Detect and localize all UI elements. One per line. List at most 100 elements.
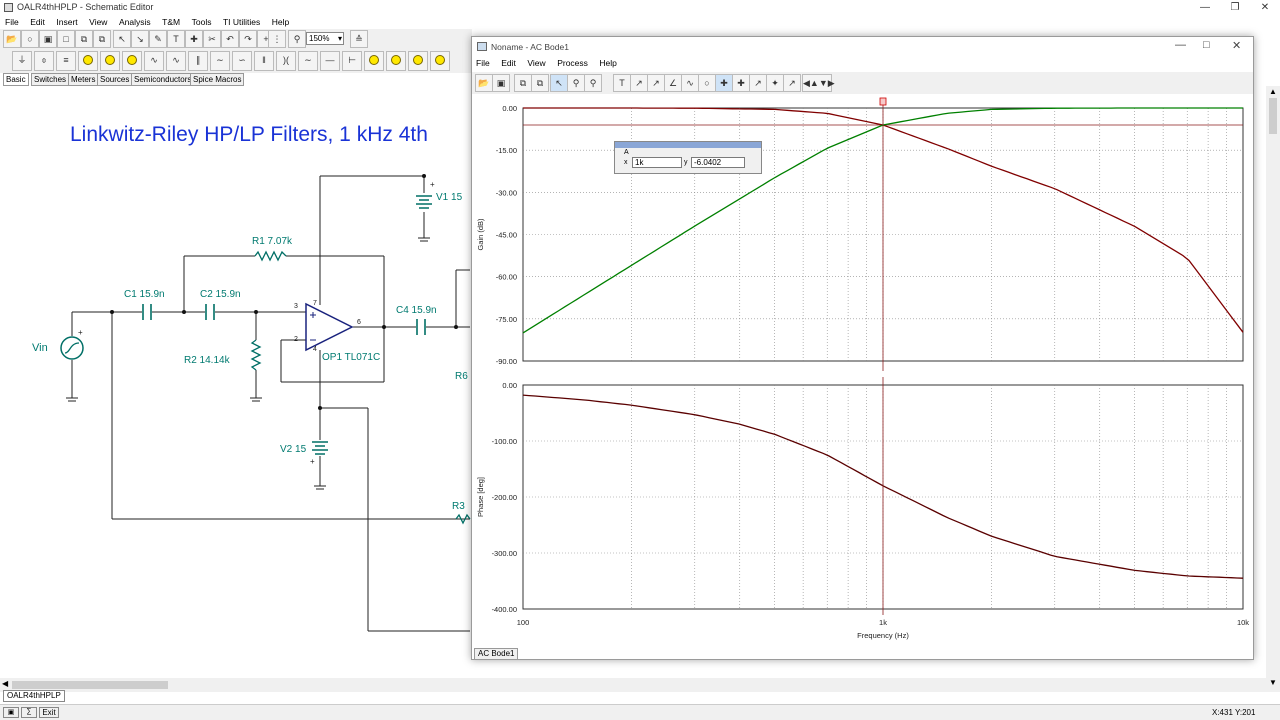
y-tick-label: -60.00 (496, 273, 517, 282)
ground2-icon[interactable]: ≡ (56, 51, 76, 71)
cursor-handle (879, 97, 887, 106)
copy-icon[interactable]: ⧉ (75, 30, 93, 48)
restore-icon[interactable]: ❐ (1220, 0, 1250, 15)
zoom-select[interactable]: 150% ▾ (306, 32, 344, 45)
tab-meters[interactable]: Meters (68, 73, 99, 86)
bode-tab[interactable]: AC Bode1 (474, 648, 519, 660)
bode-app-icon (477, 42, 487, 51)
cursor-readout: A x y (614, 141, 762, 174)
scroll-left-icon[interactable]: ◀ (2, 679, 8, 688)
y-tick-label: -15.00 (496, 146, 517, 155)
cursor-y-input[interactable] (691, 157, 745, 168)
scroll-up-icon[interactable]: ▲ (1269, 87, 1277, 96)
paste-icon[interactable]: ⧉ (93, 30, 111, 48)
tab-switches[interactable]: Switches (31, 73, 70, 86)
app-icon (4, 3, 13, 12)
current-source-icon[interactable] (100, 51, 120, 71)
pencil-icon[interactable]: ✎ (149, 30, 167, 48)
menu-tools[interactable]: Tools (187, 15, 216, 27)
status-icon-1[interactable]: ▣ (3, 707, 19, 718)
bode-window: Noname - AC Bode1 — □ ✕ File Edit View P… (471, 36, 1254, 660)
vscroll-thumb[interactable] (1269, 98, 1277, 134)
x-tick-label: 1k (879, 618, 887, 627)
schematic-wires (60, 174, 471, 632)
v2-plus-sign: + (310, 457, 315, 466)
chevron-down-icon: ▾ (337, 34, 342, 43)
open-icon[interactable]: 📂 (3, 30, 21, 48)
diode-icon[interactable]: ⊢ (342, 51, 362, 71)
cursor-coordinates: X:431 Y:201 (1212, 708, 1256, 717)
component-icon[interactable]: ≙ (350, 30, 368, 48)
r6-label: R6 (455, 371, 468, 382)
capacitor-icon[interactable]: ∥ (188, 51, 208, 71)
y-axis-label: Gain (dB) (476, 218, 485, 251)
menu-tm[interactable]: T&M (157, 15, 184, 27)
battery-icon[interactable]: ⌽ (34, 51, 54, 71)
meter-icon[interactable] (386, 51, 406, 71)
tab-basic[interactable]: Basic (3, 73, 29, 86)
bode-chart[interactable]: 0.00 -15.00 -30.00 -45.00 -60.00 -75.00 -90.00… (472, 58, 1253, 648)
folder-icon[interactable]: □ (57, 30, 75, 48)
status-icon-2[interactable]: ∑ (21, 707, 37, 718)
tab-semiconductors[interactable]: Semiconductors (131, 73, 195, 86)
lamp-icon[interactable] (364, 51, 384, 71)
x-tick-label: 10k (1237, 618, 1249, 627)
y-tick-label: -100.00 (492, 437, 517, 446)
x-axis-label: Frequency (Hz) (857, 631, 909, 640)
document-tab[interactable]: OALR4thHPLP (3, 690, 65, 702)
bode-maximize-icon[interactable]: □ (1203, 39, 1210, 51)
cursor-x-input[interactable] (632, 157, 682, 168)
bode-close-icon[interactable]: ✕ (1232, 39, 1241, 52)
save-icon[interactable]: ▣ (39, 30, 57, 48)
probe2-icon[interactable] (430, 51, 450, 71)
scroll-down-icon[interactable]: ▼ (1269, 678, 1277, 687)
undo-icon[interactable]: ↶ (221, 30, 239, 48)
main-toolbar: 📂 ○ ▣ □ ⧉ ⧉ ↖ ↘ ✎ T ✚ ✂ ↶ ↷ + ⋮ ⚲ 150% ▾… (0, 29, 472, 49)
v1-plus-sign: + (430, 180, 435, 189)
cut-icon[interactable]: ✂ (203, 30, 221, 48)
inductor2-icon[interactable]: ∽ (232, 51, 252, 71)
zoom-icon[interactable]: ⚲ (288, 30, 306, 48)
menu-ti-utilities[interactable]: TI Utilities (218, 15, 264, 27)
menu-edit[interactable]: Edit (25, 15, 49, 27)
bode-titlebar: Noname - AC Bode1 — □ ✕ (472, 37, 1253, 57)
status-bar: ▣ ∑ Exit X:431 Y:201 (0, 704, 1280, 720)
exit-button[interactable]: Exit (39, 707, 59, 718)
menu-help[interactable]: Help (267, 15, 293, 27)
resistor-icon[interactable]: ∿ (144, 51, 164, 71)
horizontal-scrollbar[interactable]: ◀ (0, 678, 1266, 692)
tab-spice-macros[interactable]: Spice Macros (190, 73, 245, 86)
transformer-icon[interactable]: ‖ (254, 51, 274, 71)
switch-icon[interactable]: ∼ (298, 51, 318, 71)
hscroll-thumb[interactable] (12, 681, 168, 689)
menu-view[interactable]: View (84, 15, 111, 27)
cursor-readout-header (615, 142, 761, 148)
ground-icon[interactable]: ⏚ (12, 51, 32, 71)
line-icon[interactable]: — (320, 51, 340, 71)
wire-icon[interactable]: ✚ (185, 30, 203, 48)
vertical-scrollbar[interactable]: ▲ ▼ (1266, 86, 1280, 692)
schematic-canvas[interactable]: Linkwitz-Riley HP/LP Filters, 1 kHz 4th … (0, 86, 472, 678)
menu-analysis[interactable]: Analysis (114, 15, 155, 27)
potentiometer-icon[interactable]: ∿ (166, 51, 186, 71)
menu-file[interactable]: File (0, 15, 23, 27)
coupled-inductor-icon[interactable]: )( (276, 51, 296, 71)
pointer-icon[interactable]: ↘ (131, 30, 149, 48)
bode-minimize-icon[interactable]: — (1175, 39, 1186, 51)
tab-sources[interactable]: Sources (97, 73, 133, 86)
voltage-source-icon[interactable] (78, 51, 98, 71)
close-icon[interactable]: ✕ (1250, 0, 1280, 15)
y-tick-label: 0.00 (502, 381, 517, 390)
grid-icon[interactable]: ⋮ (268, 30, 286, 48)
text-icon[interactable]: T (167, 30, 185, 48)
probe-icon[interactable] (408, 51, 428, 71)
vin-label: Vin (32, 342, 48, 354)
select-arrow-icon[interactable]: ↖ (113, 30, 131, 48)
menu-insert[interactable]: Insert (51, 15, 81, 27)
minimize-icon[interactable]: — (1190, 0, 1220, 15)
signal-source-icon[interactable] (122, 51, 142, 71)
globe-icon[interactable]: ○ (21, 30, 39, 48)
inductor-icon[interactable]: ∼ (210, 51, 230, 71)
redo-icon[interactable]: ↷ (239, 30, 257, 48)
app-title: OALR4thHPLP - Schematic Editor (17, 2, 154, 12)
